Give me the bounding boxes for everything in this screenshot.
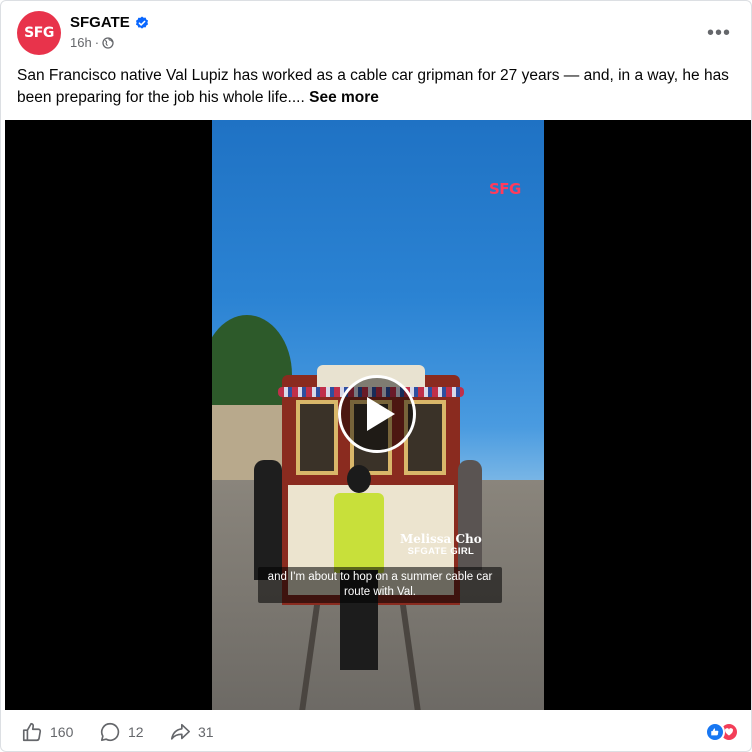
share-count: 31 [198,724,214,740]
post-meta: 16h · [70,35,114,50]
name-tag-role: SFGATE GIRL [407,546,475,557]
verified-badge-icon [135,16,148,29]
video-caption: and I'm about to hop on a summer cable c… [258,567,502,603]
thumbs-up-icon [22,722,42,742]
comment-button[interactable]: 12 [99,721,144,743]
globe-icon[interactable] [102,36,114,49]
share-icon [170,723,190,740]
post-time[interactable]: 16h [70,35,92,50]
see-more-link[interactable]: See more [309,89,379,106]
post-header: SFG SFGATE 16h · ••• [17,11,737,55]
name-tag: Melissa Cho SFGATE GIRL [400,532,482,557]
share-button[interactable]: 31 [169,721,214,743]
comment-icon [100,722,120,742]
post-footer: 160 12 31 [1,711,751,751]
reactions-summary[interactable] [705,722,739,742]
bystander-graphic [254,460,282,580]
name-tag-name: Melissa Cho [400,532,482,546]
comment-count: 12 [128,724,144,740]
facebook-post: SFG SFGATE 16h · ••• San Francisco nativ… [0,0,752,752]
meta-separator: · [94,35,100,50]
play-icon [366,397,395,431]
presenter-head [347,465,371,493]
video-watermark: SFG [489,180,521,198]
post-text: San Francisco native Val Lupiz has worke… [17,65,737,109]
page-name-row: SFGATE [70,14,149,31]
page-name[interactable]: SFGATE [70,14,130,31]
like-button[interactable]: 160 [21,721,73,743]
play-button[interactable] [338,375,416,453]
video-player[interactable]: SFG Melissa Cho SFGATE GIRL and I'm abou… [5,120,751,710]
cable-car-window [296,400,338,475]
more-options-button[interactable]: ••• [701,15,737,51]
like-reaction-icon [705,722,725,742]
presenter-vest [334,493,384,573]
page-avatar[interactable]: SFG [17,11,61,55]
like-count: 160 [50,724,74,740]
